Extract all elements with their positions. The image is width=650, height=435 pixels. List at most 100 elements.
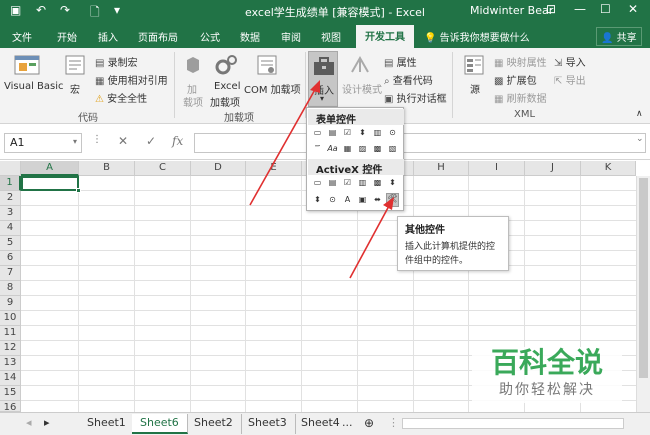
more-controls-icon[interactable]: 🛠: [386, 193, 399, 207]
column-header[interactable]: A: [21, 161, 79, 176]
form-combo-box-icon[interactable]: ▤: [327, 128, 338, 138]
activex-combo-box-icon[interactable]: ▤: [327, 178, 338, 188]
row-header[interactable]: 14: [0, 371, 21, 386]
share-button[interactable]: 👤 共享: [596, 27, 642, 46]
row-header[interactable]: 12: [0, 341, 21, 356]
column-header[interactable]: I: [469, 161, 525, 176]
excel-addins-gear-icon[interactable]: [214, 54, 238, 76]
activex-list-box-icon[interactable]: ▥: [357, 178, 368, 188]
row-header[interactable]: 2: [0, 191, 21, 206]
tab-home[interactable]: 开始: [57, 29, 77, 44]
excel-addins-label-2[interactable]: 加载项: [210, 94, 240, 109]
tab-view[interactable]: 视图: [321, 29, 341, 44]
form-list-box-icon[interactable]: ▥: [372, 128, 383, 138]
xml-source-icon[interactable]: [463, 54, 485, 76]
expansion-packs-button[interactable]: ▩ 扩展包: [494, 72, 537, 87]
map-properties-button[interactable]: ▦ 映射属性: [494, 54, 547, 69]
collapse-ribbon-icon[interactable]: ∧: [636, 109, 643, 119]
row-header[interactable]: 9: [0, 296, 21, 311]
activex-spin-button-icon[interactable]: ⬍: [312, 195, 323, 205]
undo-icon[interactable]: ↶: [36, 3, 46, 17]
visual-basic-icon[interactable]: [14, 54, 40, 76]
tab-formulas[interactable]: 公式: [200, 29, 220, 44]
form-option-button-icon[interactable]: ⊙: [387, 128, 398, 138]
tell-me-search[interactable]: 💡 告诉我你想要做什么: [424, 29, 530, 44]
column-header[interactable]: J: [525, 161, 581, 176]
row-header[interactable]: 16: [0, 401, 21, 413]
form-scroll-bar-icon[interactable]: ▦: [342, 144, 353, 154]
tab-review[interactable]: 审阅: [281, 29, 301, 44]
form-spin-button-icon[interactable]: ⬍: [357, 128, 368, 138]
row-header[interactable]: 7: [0, 266, 21, 281]
column-header[interactable]: D: [191, 161, 246, 176]
minimize-icon[interactable]: —: [574, 2, 586, 16]
activex-toggle-button-icon[interactable]: ⬌: [372, 195, 383, 205]
cancel-entry-icon[interactable]: ✕: [118, 134, 128, 148]
name-box[interactable]: A1 ▾: [4, 133, 82, 153]
expand-formula-bar-icon[interactable]: ⌄: [636, 134, 644, 144]
tab-insert[interactable]: 插入: [98, 29, 118, 44]
addins-label-2[interactable]: 载项: [183, 94, 203, 109]
insert-function-icon[interactable]: fx: [172, 134, 183, 148]
activex-scroll-bar-icon[interactable]: ⬍: [387, 178, 398, 188]
row-header[interactable]: 5: [0, 236, 21, 251]
activex-text-box-icon[interactable]: ▩: [372, 178, 383, 188]
new-file-icon[interactable]: 🗋: [90, 3, 100, 24]
macros-button[interactable]: 宏: [70, 81, 80, 96]
fill-handle[interactable]: [76, 188, 81, 193]
activex-checkbox-icon[interactable]: ☑: [342, 178, 353, 188]
record-macro-button[interactable]: ▤ 录制宏: [95, 54, 138, 69]
column-header[interactable]: B: [79, 161, 135, 176]
select-all-corner[interactable]: [0, 161, 21, 176]
vertical-scroll-thumb[interactable]: [639, 178, 648, 378]
add-sheet-icon[interactable]: ⊕: [356, 414, 382, 434]
column-header[interactable]: K: [581, 161, 636, 176]
column-header[interactable]: E: [246, 161, 302, 176]
active-cell-a1[interactable]: [21, 176, 79, 191]
tab-developer[interactable]: 开发工具: [356, 25, 414, 48]
com-addins-icon[interactable]: [256, 54, 278, 76]
visual-basic-button[interactable]: Visual Basic: [4, 81, 64, 92]
redo-icon[interactable]: ↷: [60, 3, 70, 17]
row-header[interactable]: 6: [0, 251, 21, 266]
vertical-scrollbar[interactable]: [636, 176, 650, 412]
macro-security-button[interactable]: ⚠ 安全全性: [95, 90, 147, 105]
column-header[interactable]: H: [414, 161, 469, 176]
formula-input[interactable]: [194, 133, 646, 153]
view-code-button[interactable]: ⌕ 查看代码: [384, 72, 433, 87]
sheet-tab[interactable]: Sheet2: [186, 414, 242, 434]
row-header[interactable]: 10: [0, 311, 21, 326]
form-button-control-icon[interactable]: ▭: [312, 128, 323, 138]
sheet-tab-active[interactable]: Sheet6: [132, 414, 188, 434]
horizontal-scrollbar[interactable]: [402, 418, 624, 429]
ribbon-display-options-icon[interactable]: ⊡: [546, 2, 556, 16]
insert-controls-button[interactable]: 插入 ▾: [308, 51, 338, 107]
form-combo-dropdown-edit-icon[interactable]: ▧: [387, 144, 398, 154]
row-header[interactable]: 13: [0, 356, 21, 371]
form-text-field-icon[interactable]: ▨: [357, 144, 368, 154]
sheet-tab[interactable]: Sheet1: [79, 414, 135, 434]
row-header[interactable]: 11: [0, 326, 21, 341]
sheet-nav-next-icon[interactable]: ▸: [36, 414, 58, 434]
macros-icon[interactable]: [64, 54, 86, 76]
row-header[interactable]: 8: [0, 281, 21, 296]
user-name[interactable]: Midwinter Bear: [470, 4, 553, 17]
tab-page-layout[interactable]: 页面布局: [138, 29, 178, 44]
sheet-tab[interactable]: Sheet3: [240, 414, 296, 434]
form-label-icon[interactable]: Aa: [327, 144, 338, 154]
properties-button[interactable]: ▤ 属性: [384, 54, 417, 69]
xml-source-button[interactable]: 源: [470, 81, 480, 96]
row-header[interactable]: 1: [0, 176, 21, 191]
row-header[interactable]: 3: [0, 206, 21, 221]
relative-references-button[interactable]: ▦ 使用相对引用: [95, 72, 168, 87]
close-icon[interactable]: ✕: [628, 2, 638, 16]
name-box-dropdown-icon[interactable]: ▾: [73, 137, 77, 146]
design-mode-label[interactable]: 设计模式: [342, 81, 382, 96]
save-icon[interactable]: ▣: [10, 3, 21, 17]
column-header[interactable]: C: [135, 161, 191, 176]
addins-icon[interactable]: [183, 54, 203, 76]
activex-image-icon[interactable]: ▣: [357, 195, 368, 205]
export-button[interactable]: ⇱ 导出: [554, 72, 586, 87]
run-dialog-button[interactable]: ▣ 执行对话框: [384, 90, 447, 105]
activex-command-button-icon[interactable]: ▭: [312, 178, 323, 188]
